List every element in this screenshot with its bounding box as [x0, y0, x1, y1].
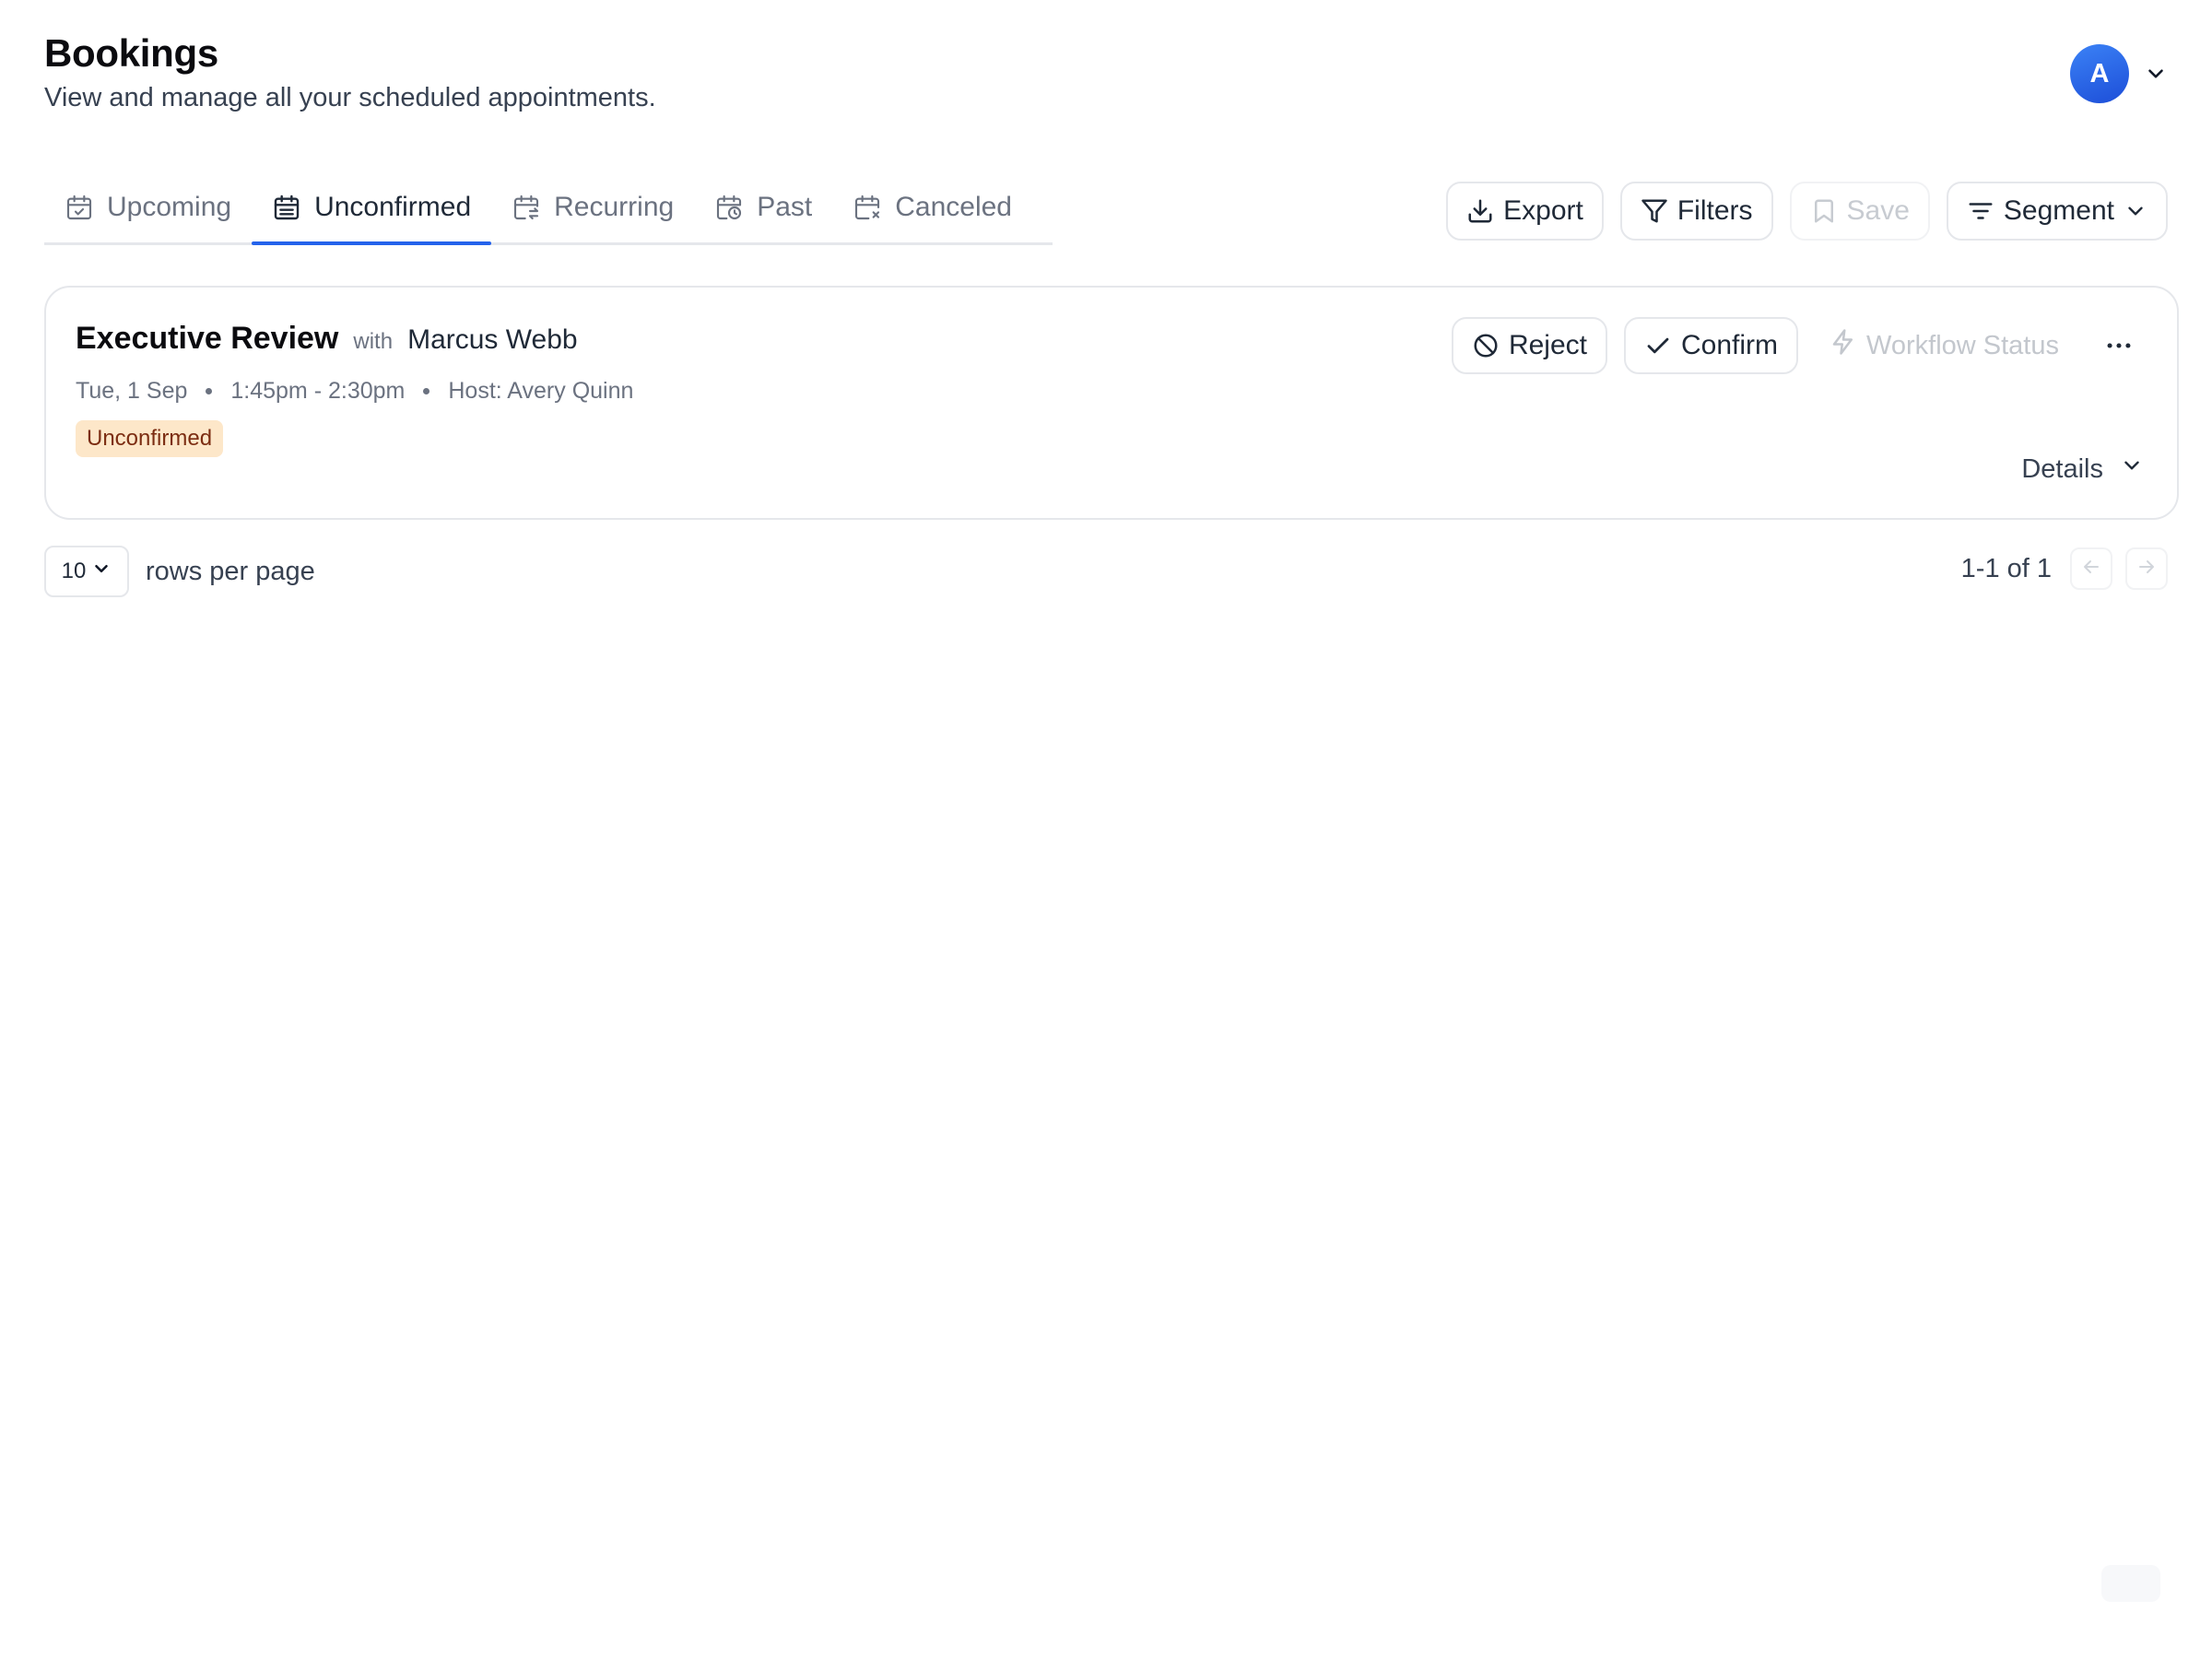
sort-lines-icon — [1967, 197, 1994, 225]
booking-tabs: Upcoming Unconfirmed Recurring Past Canc… — [44, 171, 1053, 245]
details-label: Details — [2021, 453, 2103, 484]
booking-meta: Tue, 1 Sep 1:45pm - 2:30pm Host: Avery Q… — [76, 378, 633, 405]
chevron-down-icon — [2124, 199, 2147, 223]
download-icon — [1466, 197, 1494, 225]
separator-dot — [206, 388, 213, 394]
workflow-status-label: Workflow Status — [1866, 330, 2059, 360]
separator-dot — [423, 388, 430, 394]
event-title: Executive Review — [76, 321, 339, 356]
tab-upcoming[interactable]: Upcoming — [44, 171, 252, 242]
filters-button[interactable]: Filters — [1619, 182, 1773, 241]
arrow-left-icon — [2080, 556, 2102, 582]
arrow-right-icon — [2136, 556, 2158, 582]
attendee-name: Marcus Webb — [407, 324, 578, 355]
ban-icon — [1472, 332, 1500, 359]
tab-label: Recurring — [554, 191, 675, 222]
tab-label: Unconfirmed — [314, 191, 472, 222]
page-title: Bookings — [44, 31, 218, 75]
filter-icon — [1641, 197, 1668, 225]
page-subtitle: View and manage all your scheduled appoi… — [44, 83, 656, 112]
details-toggle[interactable]: Details — [2021, 453, 2144, 485]
calendar-list-icon — [272, 193, 301, 222]
tab-canceled[interactable]: Canceled — [832, 171, 1032, 242]
confirm-label: Confirm — [1681, 330, 1779, 360]
bookings-page: Bookings View and manage all your schedu… — [0, 0, 2212, 1659]
with-label: with — [353, 329, 394, 354]
booking-card[interactable]: Executive Review with Marcus Webb Tue, 1… — [44, 286, 2179, 520]
chat-widget[interactable] — [2101, 1565, 2160, 1602]
tab-label: Past — [757, 191, 813, 222]
tab-recurring[interactable]: Recurring — [491, 171, 694, 242]
booking-actions: Reject Confirm Workflow Status — [1451, 317, 2147, 374]
booking-date: Tue, 1 Sep — [76, 378, 188, 404]
booking-host: Host: Avery Quinn — [448, 378, 634, 404]
tab-label: Upcoming — [107, 191, 232, 222]
export-label: Export — [1503, 195, 1583, 226]
chevron-down-icon — [91, 559, 112, 585]
more-options-icon[interactable] — [2090, 317, 2147, 374]
reject-label: Reject — [1508, 330, 1587, 360]
workflow-status-button[interactable]: Workflow Status — [1815, 317, 2074, 374]
booking-time: 1:45pm - 2:30pm — [230, 378, 406, 404]
save-label: Save — [1846, 195, 1910, 226]
status-badge: Unconfirmed — [76, 420, 224, 457]
calendar-repeat-icon — [512, 193, 541, 222]
calendar-x-icon — [853, 193, 882, 222]
reject-button[interactable]: Reject — [1451, 317, 1607, 374]
tab-unconfirmed[interactable]: Unconfirmed — [252, 171, 492, 245]
chevron-down-icon[interactable] — [2144, 62, 2168, 86]
user-menu[interactable]: A — [2070, 44, 2168, 103]
pagination-controls: 1-1 of 1 — [1961, 547, 2168, 590]
tab-past[interactable]: Past — [694, 171, 832, 242]
segment-label: Segment — [2003, 195, 2114, 226]
calendar-check-icon — [65, 193, 94, 222]
segment-button[interactable]: Segment — [1946, 182, 2168, 241]
page-range: 1-1 of 1 — [1960, 553, 2052, 583]
confirm-button[interactable]: Confirm — [1624, 317, 1799, 374]
tab-label: Canceled — [895, 191, 1012, 222]
export-button[interactable]: Export — [1446, 182, 1604, 241]
avatar[interactable]: A — [2070, 44, 2129, 103]
bookmark-icon — [1810, 197, 1838, 225]
filters-label: Filters — [1677, 195, 1753, 226]
lightning-icon — [1830, 328, 1857, 363]
next-page-button[interactable] — [2125, 547, 2168, 590]
calendar-clock-icon — [714, 193, 744, 222]
rows-per-page-value: 10 — [61, 559, 87, 583]
booking-title-row: Executive Review with Marcus Webb — [76, 321, 578, 357]
rows-per-page-select[interactable]: 10 — [44, 546, 129, 597]
bookings-toolbar: Export Filters Save Segment — [1446, 182, 2168, 241]
rows-per-page-label: rows per page — [146, 557, 315, 586]
check-icon — [1644, 332, 1672, 359]
save-button[interactable]: Save — [1789, 182, 1930, 241]
chevron-down-icon — [2120, 453, 2144, 485]
previous-page-button[interactable] — [2070, 547, 2112, 590]
